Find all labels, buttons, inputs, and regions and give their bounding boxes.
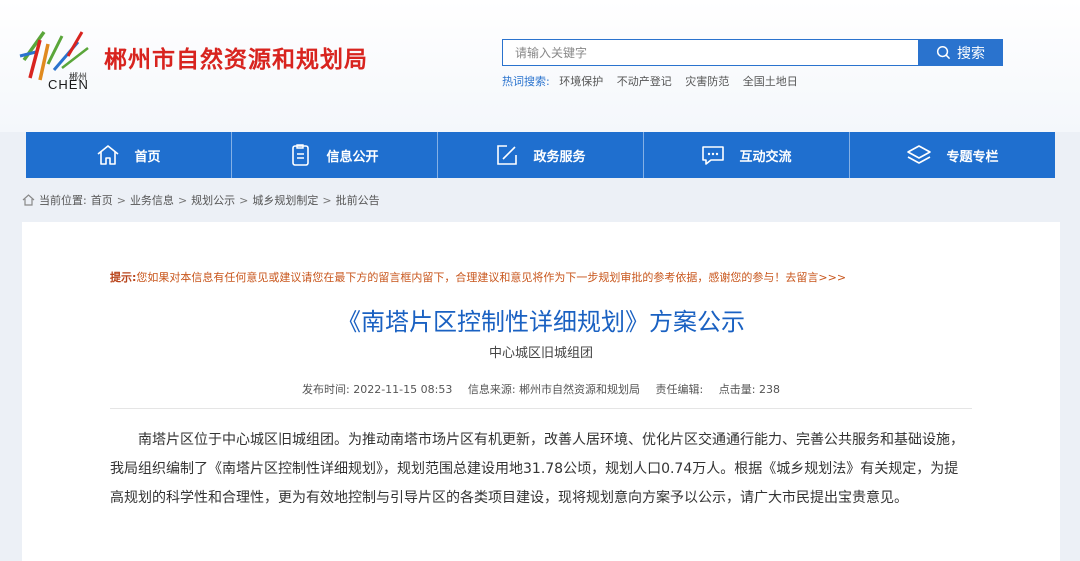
layers-icon — [907, 145, 932, 164]
click-count: 点击量: 238 — [718, 383, 780, 396]
site-title[interactable]: 郴州市自然资源和规划局 — [104, 40, 368, 74]
tip-label: 提示: — [110, 271, 137, 284]
comment-tip[interactable]: 提示:您如果对本信息有任何意见或建议请您在最下方的留言框内留下，合理建议和意见将… — [110, 269, 846, 285]
search-input[interactable] — [503, 40, 918, 65]
hot-search: 热词搜索: 环境保护 不动产登记 灾害防范 全国土地日 — [502, 73, 808, 89]
breadcrumb-link[interactable]: 批前公告 — [336, 192, 380, 208]
nav-item-interaction[interactable]: 互动交流 — [644, 132, 850, 178]
breadcrumb: 当前位置: 首页 > 业务信息 > 规划公示 > 城乡规划制定 > 批前公告 — [22, 192, 380, 208]
hot-word-link[interactable]: 灾害防范 — [685, 75, 729, 88]
nav-item-home[interactable]: 首页 — [26, 132, 232, 178]
search-button-label: 搜索 — [957, 45, 985, 62]
chat-icon — [702, 146, 725, 165]
home-icon — [22, 194, 35, 206]
divider — [110, 408, 972, 409]
hot-word-link[interactable]: 不动产登记 — [617, 75, 672, 88]
hot-word-link[interactable]: 全国土地日 — [743, 75, 798, 88]
article-subtitle: 中心城区旧城组团 — [488, 346, 593, 361]
nav-label: 信息公开 — [326, 149, 379, 165]
info-source: 信息来源: 郴州市自然资源和规划局 — [467, 383, 641, 396]
main-nav: 首页 信息公开 政务服务 互动交流 专题专栏 — [26, 132, 1055, 178]
breadcrumb-link[interactable]: 城乡规划制定 — [252, 192, 318, 208]
nav-label: 互动交流 — [739, 149, 792, 165]
site-header: 郴州市自然资源和规划局 郴州 CHEN 搜索 热词搜索: 环境保护 不动产登记 … — [0, 0, 1080, 132]
nav-label: 专题专栏 — [946, 149, 999, 165]
breadcrumb-separator: > — [322, 193, 332, 207]
article-card: 提示:您如果对本信息有任何意见或建议请您在最下方的留言框内留下，合理建议和意见将… — [22, 222, 1060, 561]
nav-item-service[interactable]: 政务服务 — [438, 132, 644, 178]
hot-word-link[interactable]: 环境保护 — [559, 75, 603, 88]
nav-item-special[interactable]: 专题专栏 — [850, 132, 1055, 178]
article-body: 南塔片区位于中心城区旧城组团。为推动南塔市场片区有机更新，改善人居环境、优化片区… — [110, 432, 964, 506]
logo-en-text: CHEN — [48, 77, 89, 92]
breadcrumb-link[interactable]: 首页 — [91, 192, 113, 208]
tip-text: 您如果对本信息有任何意见或建议请您在最下方的留言框内留下，合理建议和意见将作为下… — [136, 271, 847, 284]
nav-label: 政务服务 — [533, 149, 586, 165]
nav-item-info[interactable]: 信息公开 — [232, 132, 438, 178]
hot-search-label: 热词搜索: — [502, 75, 550, 88]
edit-icon — [497, 145, 518, 165]
search-icon — [936, 45, 951, 60]
home-icon — [97, 145, 119, 165]
article-meta: 发布时间: 2022-11-15 08:53 信息来源: 郴州市自然资源和规划局… — [22, 381, 1060, 397]
breadcrumb-link[interactable]: 业务信息 — [130, 192, 174, 208]
article-title: 《南塔片区控制性详细规划》方案公示 — [337, 308, 745, 336]
breadcrumb-separator: > — [177, 193, 188, 207]
search-button[interactable]: 搜索 — [918, 39, 1003, 66]
breadcrumb-prefix: 当前位置: — [39, 194, 87, 207]
editor: 责任编辑: — [655, 383, 704, 396]
breadcrumb-separator: > — [239, 193, 249, 207]
search-box — [502, 39, 918, 66]
document-icon — [292, 144, 310, 166]
breadcrumb-link[interactable]: 规划公示 — [191, 192, 235, 208]
nav-label: 首页 — [134, 149, 161, 165]
publish-time: 发布时间: 2022-11-15 08:53 — [302, 383, 453, 396]
breadcrumb-separator: > — [116, 193, 126, 207]
